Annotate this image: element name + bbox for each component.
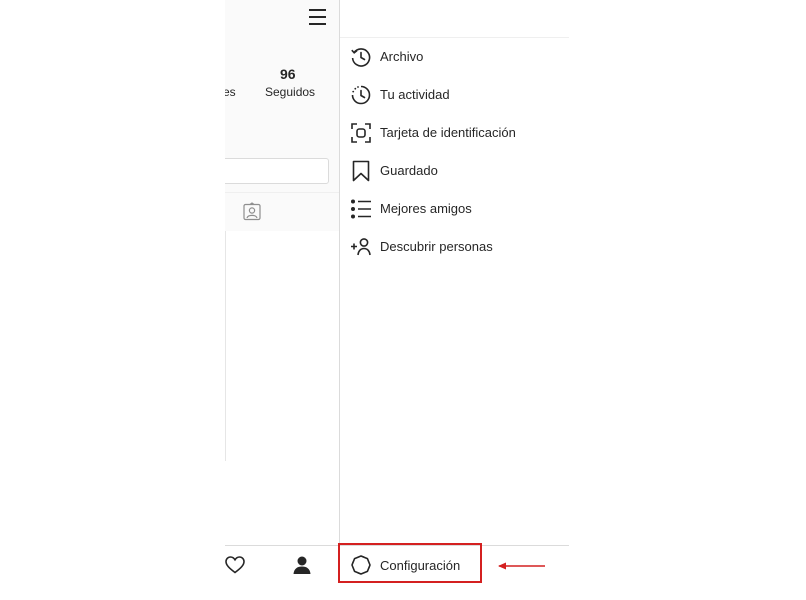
menu-item-label: Archivo [380,49,424,64]
menu-item-close-friends[interactable]: Mejores amigos [340,190,569,228]
edit-profile-button[interactable] [225,158,329,184]
pointer-arrow-icon [498,562,545,570]
following-count[interactable]: 96 [280,66,296,82]
hamburger-menu-icon[interactable] [309,9,326,25]
followers-label[interactable]: res [225,85,236,99]
bottom-navigation [225,545,339,583]
profile-icon[interactable] [292,555,312,575]
nametag-icon [351,123,371,143]
highlight-box [338,543,482,583]
posts-grid [225,231,339,461]
menu-header [340,0,569,38]
tagged-photos-icon[interactable] [242,202,262,222]
bookmark-icon [352,160,370,182]
menu-item-archive[interactable]: Archivo [340,38,569,76]
heart-icon[interactable] [225,556,245,574]
archive-clock-icon [351,48,371,67]
menu-item-label: Tarjeta de identificación [380,125,516,140]
menu-item-discover-people[interactable]: Descubrir personas [340,228,569,266]
activity-clock-icon [351,85,371,105]
menu-item-label: Guardado [380,163,438,178]
menu-item-your-activity[interactable]: Tu actividad [340,76,569,114]
profile-tabs [225,192,339,232]
menu-item-label: Tu actividad [380,87,450,102]
menu-item-label: Mejores amigos [380,201,472,216]
menu-item-saved[interactable]: Guardado [340,152,569,190]
menu-item-nametag[interactable]: Tarjeta de identificación [340,114,569,152]
following-label[interactable]: Seguidos [265,85,315,99]
profile-header: res 96 Seguidos [225,0,339,192]
side-menu-drawer: Archivo Tu actividad Tarjeta de identifi… [339,0,569,583]
profile-empty-area [225,461,339,545]
close-friends-list-icon [351,199,371,219]
profile-panel: res 96 Seguidos [225,0,339,583]
add-person-icon [351,238,371,256]
menu-item-label: Descubrir personas [380,239,493,254]
